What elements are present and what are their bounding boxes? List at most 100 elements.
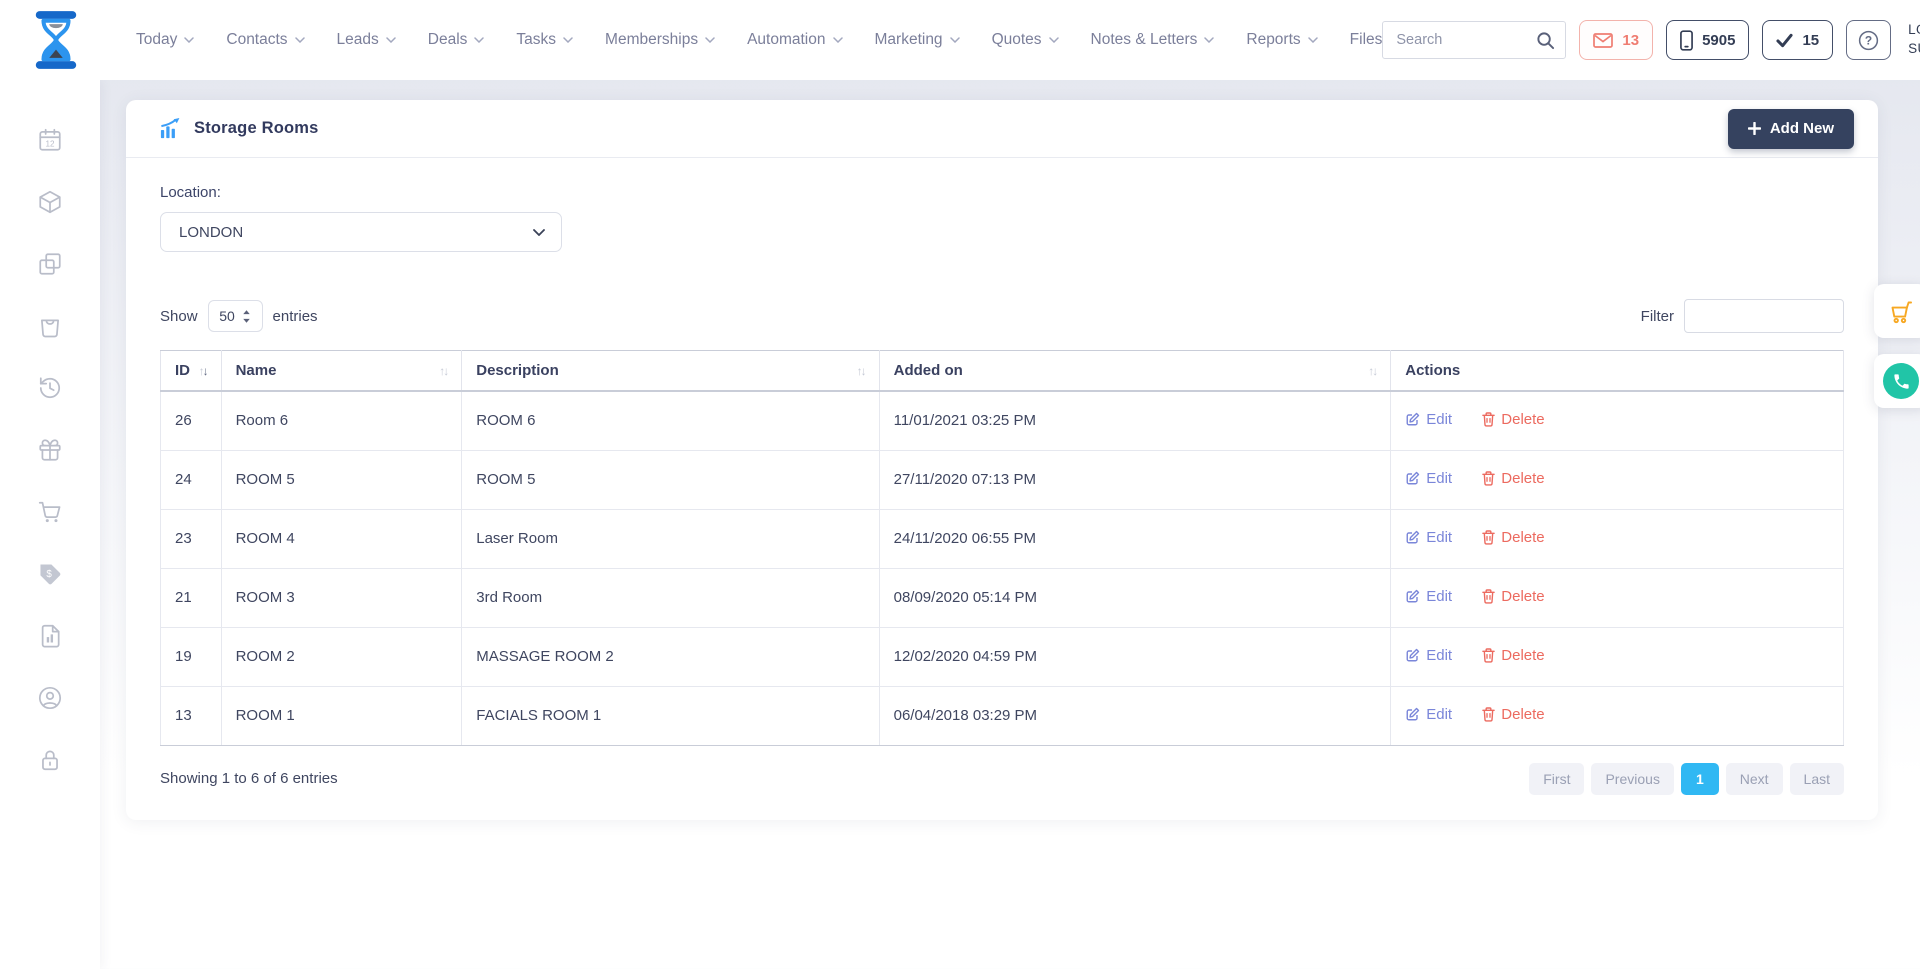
envelope-icon bbox=[1593, 33, 1613, 48]
nav-item-contacts[interactable]: Contacts bbox=[226, 31, 304, 49]
cell-name: ROOM 1 bbox=[221, 686, 462, 745]
edit-link[interactable]: Edit bbox=[1405, 529, 1452, 546]
cell-actions: Edit Delete bbox=[1391, 450, 1844, 509]
nav-label: Memberships bbox=[605, 31, 698, 49]
lock-icon[interactable] bbox=[37, 747, 63, 773]
help-button[interactable]: ? bbox=[1846, 20, 1891, 60]
edit-icon bbox=[1405, 412, 1420, 427]
cell-description: 3rd Room bbox=[462, 568, 879, 627]
nav-item-leads[interactable]: Leads bbox=[337, 31, 396, 49]
calendar-icon[interactable]: 12 bbox=[37, 127, 63, 153]
filter-input[interactable] bbox=[1684, 299, 1844, 333]
tasks-badge[interactable]: 15 bbox=[1762, 20, 1833, 60]
nav-item-today[interactable]: Today bbox=[136, 31, 194, 49]
nav-item-memberships[interactable]: Memberships bbox=[605, 31, 715, 49]
add-new-button[interactable]: Add New bbox=[1728, 109, 1854, 149]
cell-added-on: 11/01/2021 03:25 PM bbox=[879, 391, 1391, 450]
column-header-added-on[interactable]: Added on↑↓ bbox=[879, 351, 1391, 392]
nav-item-marketing[interactable]: Marketing bbox=[875, 31, 960, 49]
cell-added-on: 12/02/2020 04:59 PM bbox=[879, 627, 1391, 686]
table-row: 13 ROOM 1 FACIALS ROOM 1 06/04/2018 03:2… bbox=[161, 686, 1844, 745]
pagination-page-1[interactable]: 1 bbox=[1681, 763, 1719, 795]
nav-label: Notes & Letters bbox=[1091, 31, 1198, 49]
nav-label: Deals bbox=[428, 31, 468, 49]
delete-link[interactable]: Delete bbox=[1482, 470, 1544, 487]
svg-text:$: $ bbox=[46, 569, 52, 580]
nav-item-reports[interactable]: Reports bbox=[1246, 31, 1317, 49]
copy-icon[interactable] bbox=[37, 251, 63, 277]
gift-icon[interactable] bbox=[37, 437, 63, 463]
edit-icon bbox=[1405, 707, 1420, 722]
nav-item-files[interactable]: Files bbox=[1350, 31, 1383, 49]
delete-link[interactable]: Delete bbox=[1482, 706, 1544, 723]
edit-link[interactable]: Edit bbox=[1405, 588, 1452, 605]
trash-icon bbox=[1482, 412, 1495, 427]
delete-link[interactable]: Delete bbox=[1482, 529, 1544, 546]
nav-item-notes-letters[interactable]: Notes & Letters bbox=[1091, 31, 1215, 49]
cell-added-on: 27/11/2020 07:13 PM bbox=[879, 450, 1391, 509]
pagination-next[interactable]: Next bbox=[1726, 763, 1783, 795]
nav-label: Tasks bbox=[516, 31, 556, 49]
nav-label: Marketing bbox=[875, 31, 943, 49]
cart-icon[interactable] bbox=[37, 499, 63, 525]
nav-label: Quotes bbox=[992, 31, 1042, 49]
table-row: 26 Room 6 ROOM 6 11/01/2021 03:25 PM Edi… bbox=[161, 391, 1844, 450]
nav-label: Contacts bbox=[226, 31, 287, 49]
pagination-last[interactable]: Last bbox=[1790, 763, 1844, 795]
phone-badge[interactable]: 5905 bbox=[1666, 20, 1749, 60]
pagination-previous[interactable]: Previous bbox=[1591, 763, 1673, 795]
cell-description: Laser Room bbox=[462, 509, 879, 568]
location-value: LONDON bbox=[179, 224, 243, 241]
cube-icon[interactable] bbox=[37, 189, 63, 215]
history-icon[interactable] bbox=[37, 375, 63, 401]
edit-icon bbox=[1405, 648, 1420, 663]
nav-item-automation[interactable]: Automation bbox=[747, 31, 842, 49]
search-input[interactable] bbox=[1396, 32, 1536, 48]
show-label: Show bbox=[160, 308, 198, 325]
nav-item-quotes[interactable]: Quotes bbox=[992, 31, 1059, 49]
phone-count: 5905 bbox=[1702, 32, 1735, 49]
edit-link[interactable]: Edit bbox=[1405, 706, 1452, 723]
table-row: 21 ROOM 3 3rd Room 08/09/2020 05:14 PM E… bbox=[161, 568, 1844, 627]
help-icon: ? bbox=[1858, 30, 1879, 51]
table-header-row: ID↑↓ Name↑↓ Description↑↓ Added on↑↓ Act… bbox=[161, 351, 1844, 392]
app-logo[interactable] bbox=[30, 9, 82, 71]
delete-link[interactable]: Delete bbox=[1482, 588, 1544, 605]
search-button[interactable] bbox=[1536, 31, 1555, 50]
sort-icon: ↑↓ bbox=[439, 364, 447, 378]
report-icon[interactable] bbox=[37, 623, 63, 649]
delete-link[interactable]: Delete bbox=[1482, 411, 1544, 428]
messages-count: 13 bbox=[1622, 32, 1639, 49]
cell-id: 24 bbox=[161, 450, 222, 509]
pagination-first[interactable]: First bbox=[1529, 763, 1584, 795]
edit-link[interactable]: Edit bbox=[1405, 411, 1452, 428]
svg-text:12: 12 bbox=[45, 140, 55, 149]
chevron-down-icon bbox=[386, 37, 396, 43]
account-icon[interactable] bbox=[37, 685, 63, 711]
cell-id: 13 bbox=[161, 686, 222, 745]
delete-link[interactable]: Delete bbox=[1482, 647, 1544, 664]
edit-link[interactable]: Edit bbox=[1405, 470, 1452, 487]
entries-label: entries bbox=[273, 308, 318, 325]
edit-link[interactable]: Edit bbox=[1405, 647, 1452, 664]
phone-float-button[interactable] bbox=[1874, 354, 1920, 408]
cart-float-button[interactable] bbox=[1874, 284, 1920, 338]
phone-circle bbox=[1883, 363, 1919, 399]
column-header-id[interactable]: ID↑↓ bbox=[161, 351, 222, 392]
price-tag-icon[interactable]: $ bbox=[37, 561, 63, 587]
edit-icon bbox=[1405, 589, 1420, 604]
nav-item-tasks[interactable]: Tasks bbox=[516, 31, 573, 49]
page-length-select[interactable]: 50 bbox=[208, 300, 263, 332]
location-select[interactable]: LONDON bbox=[160, 212, 562, 252]
column-header-description[interactable]: Description↑↓ bbox=[462, 351, 879, 392]
column-header-name[interactable]: Name↑↓ bbox=[221, 351, 462, 392]
user-name-line2: SUPPORT bbox=[1908, 40, 1920, 59]
cell-added-on: 06/04/2018 03:29 PM bbox=[879, 686, 1391, 745]
user-name: LONDON SUPPORT bbox=[1908, 21, 1920, 59]
messages-badge[interactable]: 13 bbox=[1579, 20, 1653, 60]
phone-teal-icon bbox=[1892, 372, 1911, 391]
cell-id: 23 bbox=[161, 509, 222, 568]
nav-item-deals[interactable]: Deals bbox=[428, 31, 485, 49]
cell-actions: Edit Delete bbox=[1391, 509, 1844, 568]
shopping-bag-icon[interactable] bbox=[37, 313, 63, 339]
